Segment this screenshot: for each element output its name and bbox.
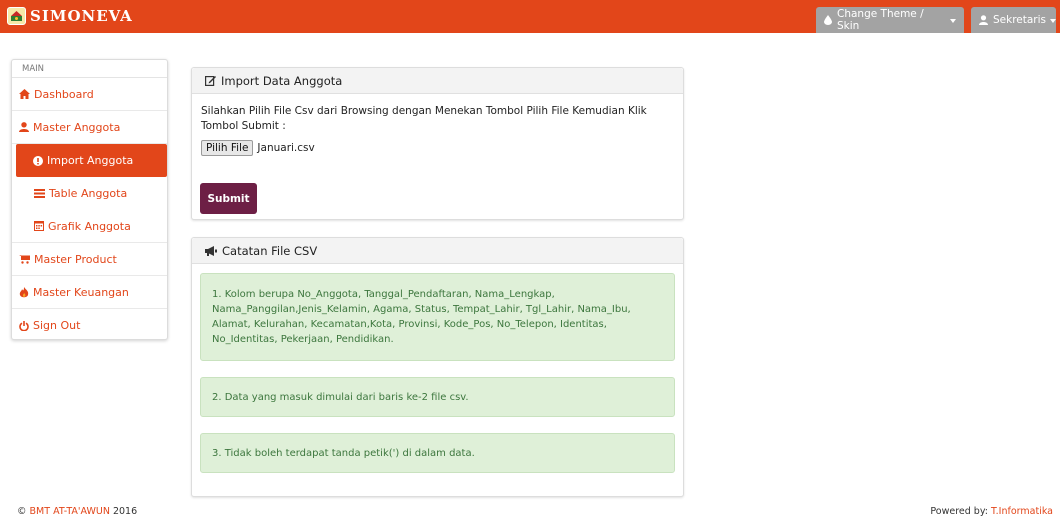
sidebar-item-dashboard[interactable]: Dashboard [12, 78, 167, 111]
csv-notes-title: Catatan File CSV [222, 243, 318, 258]
footer-year: 2016 [112, 506, 138, 517]
csv-notes-panel: Catatan File CSV 1. Kolom berupa No_Angg… [191, 237, 684, 497]
sidebar-item-master-product[interactable]: Master Product [12, 243, 167, 276]
file-input-row: Pilih File Januari.csv [201, 140, 315, 156]
footer-org-link[interactable]: BMT AT-TA'AWUN [30, 506, 110, 517]
import-instructions: Silahkan Pilih File Csv dari Browsing de… [201, 105, 647, 132]
info-circle-icon [33, 155, 43, 166]
brand-name: SIMONEVA [30, 7, 133, 25]
note-item: 1. Kolom berupa No_Anggota, Tanggal_Pend… [200, 273, 675, 361]
sidebar-item-table-anggota[interactable]: Table Anggota [12, 177, 167, 210]
selected-file-name: Januari.csv [257, 142, 315, 154]
sidebar-item-master-keuangan[interactable]: Master Keuangan [12, 276, 167, 309]
power-icon [19, 320, 29, 331]
change-theme-button[interactable]: Change Theme / Skin [816, 7, 964, 33]
user-menu-button[interactable]: Sekretaris [971, 7, 1057, 33]
sidebar-item-label: Master Product [34, 252, 117, 266]
top-navbar: SIMONEVA Change Theme / Skin Sekretaris [0, 0, 1060, 33]
user-icon [19, 122, 29, 132]
import-panel-title: Import Data Anggota [221, 73, 343, 88]
edit-icon [205, 75, 216, 86]
sidebar-item-label: Grafik Anggota [48, 219, 131, 233]
sidebar-item-sign-out[interactable]: Sign Out [12, 309, 167, 342]
powered-by-link[interactable]: T.Informatika [991, 506, 1053, 517]
user-icon [979, 15, 988, 25]
footer-powered-by: Powered by: T.Informatika [930, 506, 1053, 517]
note-item: 2. Data yang masuk dimulai dari baris ke… [200, 377, 675, 417]
copyright-symbol: © [17, 506, 27, 517]
chevron-down-icon [1050, 19, 1057, 23]
cart-icon [19, 254, 30, 264]
brand-logo-icon [7, 7, 26, 25]
sidebar: MAIN Dashboard Master Anggota Import Ang… [11, 59, 168, 340]
sidebar-item-label: Master Keuangan [33, 285, 129, 299]
import-panel-header: Import Data Anggota [192, 68, 683, 94]
csv-notes-header: Catatan File CSV [192, 238, 683, 264]
sidebar-item-label: Import Anggota [47, 154, 134, 167]
powered-by-prefix: Powered by: [930, 506, 988, 517]
import-panel: Import Data Anggota Silahkan Pilih File … [191, 67, 684, 220]
sidebar-item-import-anggota[interactable]: Import Anggota [16, 144, 167, 177]
note-item: 3. Tidak boleh terdapat tanda petik(') d… [200, 433, 675, 473]
submit-button[interactable]: Submit [200, 183, 257, 214]
droplet-icon [824, 15, 832, 25]
bullhorn-icon [205, 245, 217, 256]
sidebar-item-grafik-anggota[interactable]: Grafik Anggota [12, 210, 167, 243]
footer-copyright: © BMT AT-TA'AWUN 2016 [17, 506, 137, 517]
sidebar-item-label: Dashboard [34, 87, 94, 101]
sidebar-item-label: Table Anggota [49, 187, 128, 200]
brand[interactable]: SIMONEVA [7, 6, 133, 26]
fire-icon [19, 286, 29, 298]
sidebar-item-label: Sign Out [33, 319, 81, 332]
calendar-icon [34, 221, 44, 231]
sidebar-heading: MAIN [12, 60, 167, 78]
chevron-down-icon [950, 19, 956, 23]
user-menu-label: Sekretaris [993, 14, 1047, 26]
choose-file-button[interactable]: Pilih File [201, 140, 254, 156]
home-icon [19, 89, 30, 99]
change-theme-label: Change Theme / Skin [837, 8, 924, 32]
sidebar-item-label: Master Anggota [33, 120, 121, 134]
list-icon [34, 189, 45, 198]
sidebar-item-master-anggota[interactable]: Master Anggota [12, 111, 167, 144]
